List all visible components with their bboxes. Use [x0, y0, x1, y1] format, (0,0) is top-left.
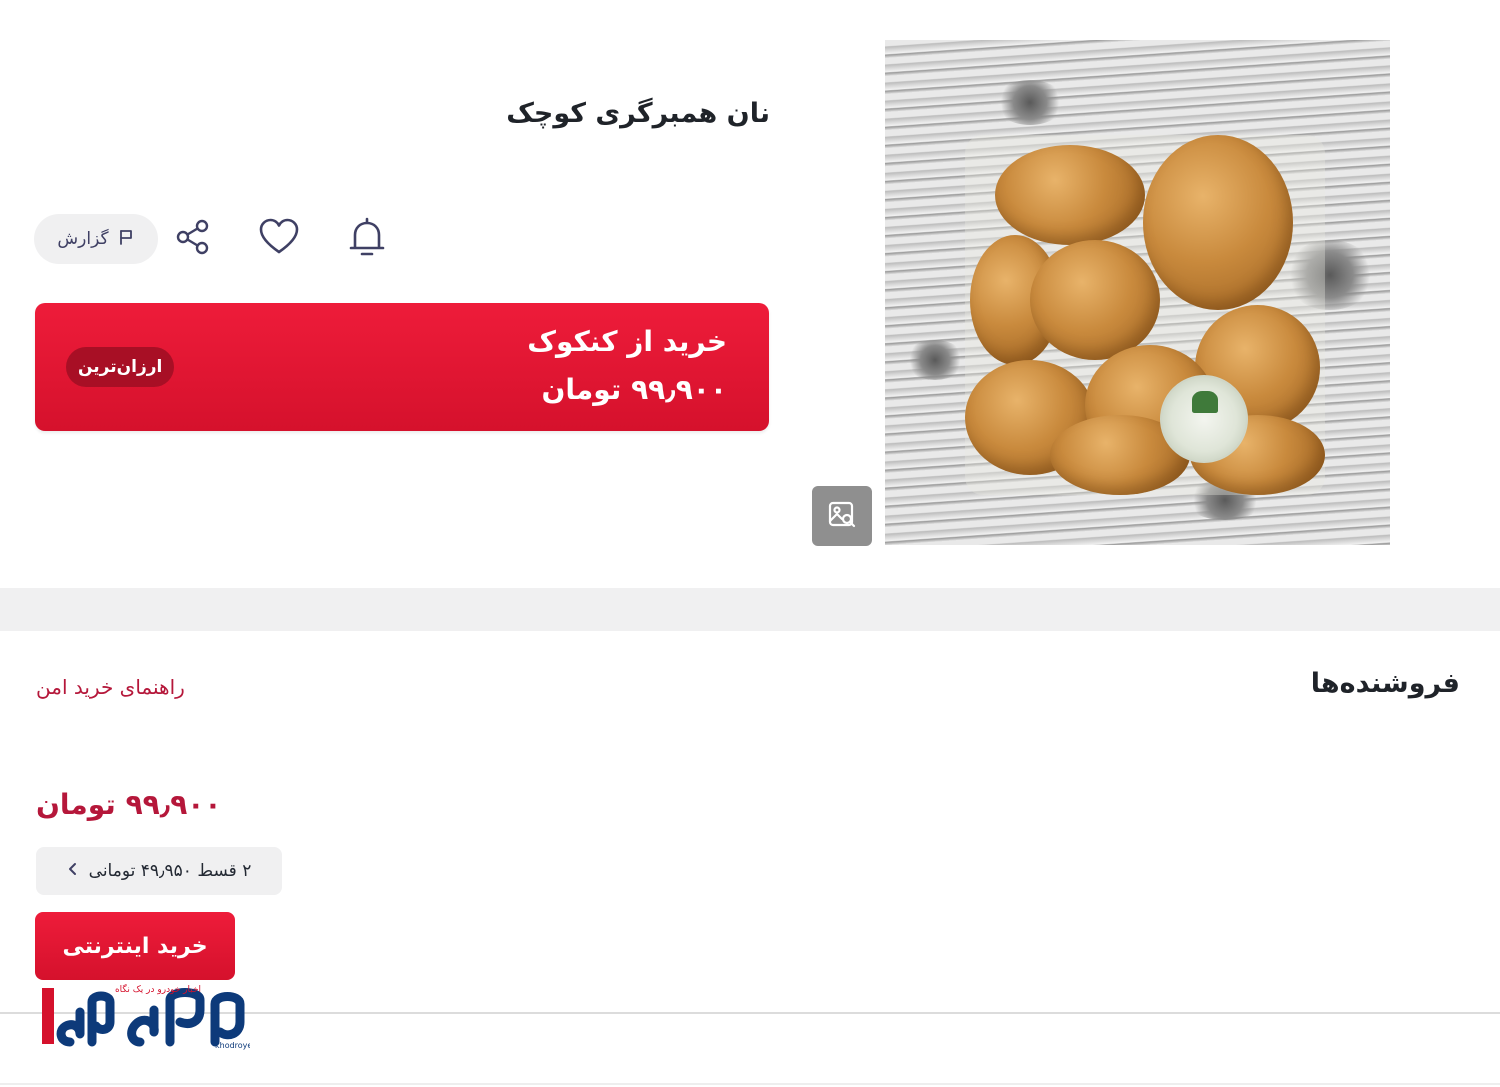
product-action-row: گزارش — [34, 212, 394, 266]
bottom-divider-2 — [0, 1083, 1500, 1085]
report-flag-icon — [117, 228, 135, 251]
report-button[interactable]: گزارش — [34, 214, 158, 264]
image-gallery-icon — [826, 498, 858, 534]
section-divider — [0, 588, 1500, 631]
product-title: نان همبرگری کوچک — [506, 98, 770, 129]
safe-purchase-guide-link[interactable]: راهنمای خرید امن — [36, 675, 185, 699]
buy-banner-price: ۹۹٫۹۰۰ تومان — [541, 373, 728, 406]
installment-option[interactable]: ۲ قسط ۴۹٫۹۵۰ تومانی — [36, 847, 282, 895]
bread-bag — [965, 135, 1325, 495]
svg-text:اخبار خودرو در یک نگاه: اخبار خودرو در یک نگاه — [115, 983, 201, 995]
khodroyek-watermark-logo: اخبار خودرو در یک نگاه khodroyek.ir — [40, 982, 266, 1052]
gallery-button[interactable] — [812, 486, 872, 546]
bell-icon — [347, 215, 387, 263]
product-sticker — [1160, 375, 1248, 463]
svg-text:khodroyek.ir: khodroyek.ir — [215, 1041, 250, 1050]
installment-label: ۲ قسط ۴۹٫۹۵۰ تومانی — [88, 861, 252, 881]
notify-button[interactable] — [340, 212, 394, 266]
buy-from-seller-banner[interactable]: خرید از کنکوک ۹۹٫۹۰۰ تومان ارزان‌ترین — [35, 303, 769, 431]
cheapest-badge: ارزان‌ترین — [66, 347, 175, 387]
chevron-left-icon — [67, 861, 79, 881]
online-buy-button[interactable]: خرید اینترنتی — [35, 912, 235, 980]
product-image[interactable] — [885, 40, 1390, 545]
seller-price: ۹۹٫۹۰۰ تومان — [36, 788, 222, 821]
report-label: گزارش — [57, 229, 109, 249]
sellers-title: فروشنده‌ها — [1310, 668, 1460, 699]
heart-icon — [258, 217, 300, 261]
buy-banner-seller: خرید از کنکوک — [527, 325, 727, 358]
share-icon — [173, 217, 213, 261]
share-button[interactable] — [166, 212, 220, 266]
favorite-button[interactable] — [252, 212, 306, 266]
